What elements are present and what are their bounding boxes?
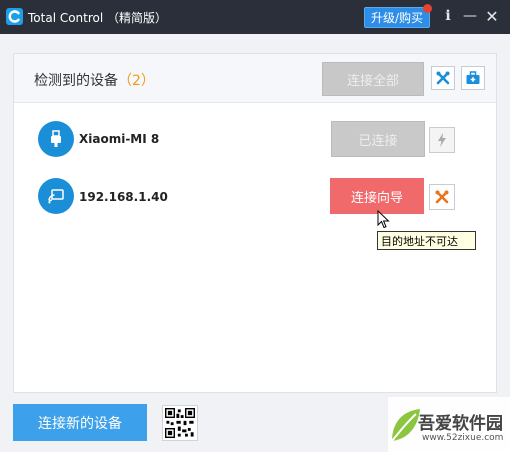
connected-button: 已连接 [331,121,425,157]
total-control-logo [6,8,23,25]
watermark-name: 吾爱软件园 [418,414,503,434]
app-title: Total Control （精简版） [28,11,168,25]
detected-devices-heading: 检测到的设备（2） [34,70,155,90]
qr-code-icon[interactable] [162,405,198,441]
error-tooltip: 目的地址不可达 [377,231,476,250]
upgrade-button[interactable]: 升级/购买 [364,7,430,28]
flash-icon [429,127,455,153]
toolkit-icon[interactable] [461,66,485,90]
wifi-screen-icon [38,178,74,214]
tools-icon[interactable] [429,184,455,210]
minimize-icon[interactable]: — [462,8,478,24]
site-watermark: 吾爱软件园 www.52zixue.com [388,397,510,452]
usb-icon [38,121,74,157]
detected-label: 检测到的设备 [34,73,118,89]
title-bar: Total Control （精简版） 升级/购买 i — ✕ [0,0,510,34]
notification-dot [423,4,432,13]
watermark-url: www.52zixue.com [422,433,504,443]
detected-count: （2） [118,73,155,89]
connect-all-button[interactable]: 连接全部 [322,62,424,96]
device-name: Xiaomi-MI 8 [79,132,160,146]
connection-wizard-button[interactable]: 连接向导 [330,178,424,214]
panel-header: 检测到的设备（2） 连接全部 [14,54,496,103]
device-name: 192.168.1.40 [79,190,168,204]
add-new-device-button[interactable]: 连接新的设备 [13,404,147,441]
mouse-cursor-icon [377,209,391,230]
info-icon[interactable]: i [440,8,456,24]
close-icon[interactable]: ✕ [484,7,500,26]
tools-icon[interactable] [431,66,455,90]
device-panel: 检测到的设备（2） 连接全部 [13,53,497,393]
